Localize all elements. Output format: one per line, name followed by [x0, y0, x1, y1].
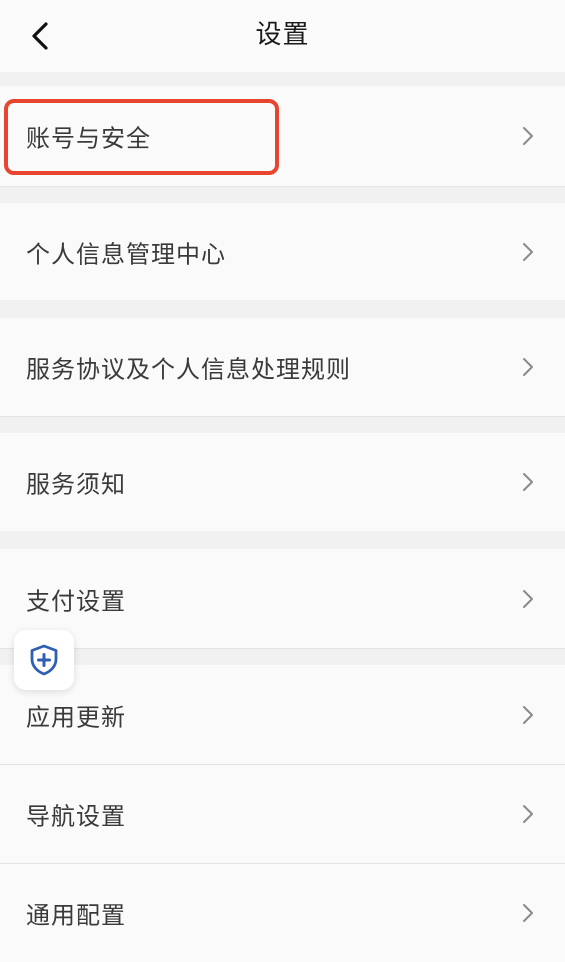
chevron-right-icon [521, 902, 535, 924]
menu-item-label: 支付设置 [26, 587, 126, 615]
chevron-right-icon [521, 588, 535, 610]
menu-item-label: 个人信息管理中心 [26, 240, 226, 268]
menu-item-general-config[interactable]: 通用配置 [0, 864, 565, 962]
menu-item-label: 导航设置 [26, 802, 126, 831]
menu-item-app-update[interactable]: 应用更新 [0, 665, 565, 764]
divider [0, 648, 565, 649]
divider [0, 186, 565, 187]
menu-item-label: 服务协议及个人信息处理规则 [26, 355, 351, 384]
menu-item-account-security[interactable]: 账号与安全 [0, 86, 565, 186]
menu-item-service-notice[interactable]: 服务须知 [0, 433, 565, 531]
chevron-right-icon [521, 704, 535, 726]
menu-item-navigation-settings[interactable]: 导航设置 [0, 765, 565, 863]
chevron-right-icon [521, 471, 535, 493]
menu-item-service-agreement[interactable]: 服务协议及个人信息处理规则 [0, 318, 565, 416]
menu-item-label: 账号与安全 [26, 124, 151, 153]
chevron-right-icon [521, 125, 535, 147]
menu-item-label: 通用配置 [26, 901, 126, 930]
divider [0, 416, 565, 417]
chevron-right-icon [521, 803, 535, 825]
chevron-right-icon [521, 241, 535, 263]
security-shield-button[interactable] [14, 630, 74, 690]
menu-item-label: 服务须知 [26, 470, 126, 499]
page-title: 设置 [255, 20, 310, 50]
top-bar: 设置 [0, 0, 565, 72]
chevron-right-icon [521, 356, 535, 378]
menu-item-payment-settings[interactable]: 支付设置 [0, 549, 565, 648]
menu-item-label: 应用更新 [26, 703, 126, 731]
menu-item-personal-info-center[interactable]: 个人信息管理中心 [0, 203, 565, 300]
shield-plus-icon [30, 644, 58, 676]
